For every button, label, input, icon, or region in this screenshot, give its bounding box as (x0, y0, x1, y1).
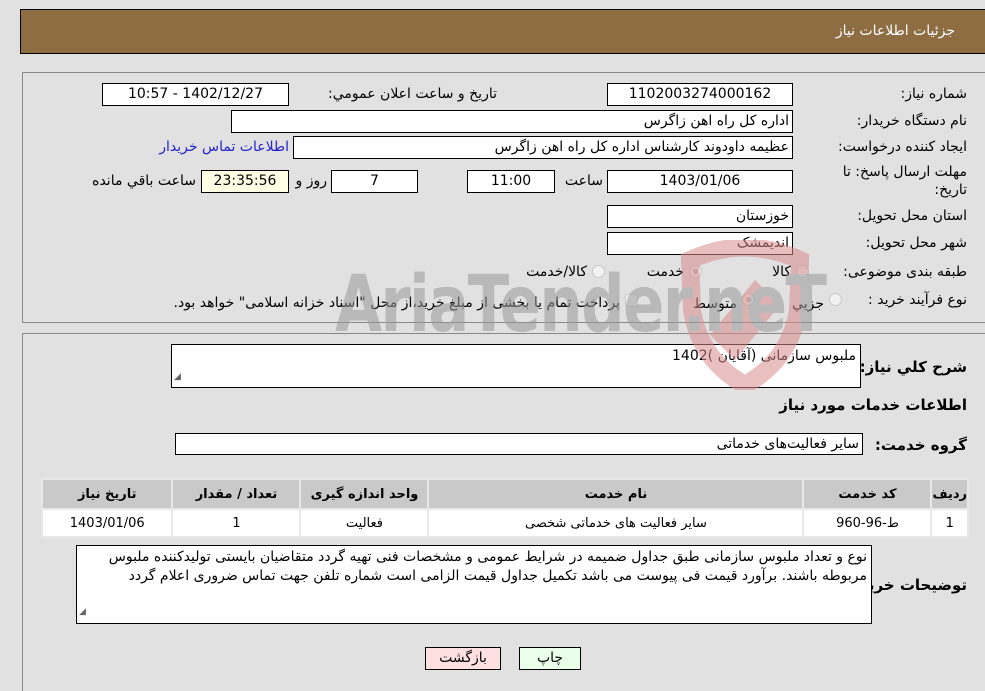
category-radio-goods[interactable] (796, 265, 809, 278)
col-header-row-number: ردیف (930, 478, 969, 510)
treasury-note: پرداخت تمام یا بخشی از مبلغ خرید،از محل … (173, 295, 620, 311)
back-button[interactable]: بازگشت (425, 647, 501, 670)
category-radio-goods-service[interactable] (592, 265, 605, 278)
cell-row-number: 1 (930, 508, 969, 538)
need-number-field[interactable]: 1102003274000162 (607, 83, 793, 106)
col-header-need-date: تاریخ نیاز (40, 478, 174, 510)
process-option-medium: متوسط (693, 296, 737, 312)
category-option-service: خدمت (646, 264, 684, 280)
need-info-panel: شماره نیاز: 1102003274000162 تاریخ و ساع… (22, 72, 985, 323)
buyer-notes-textarea[interactable]: نوع و تعداد ملبوس سازمانی طبق جداول ضمیم… (76, 545, 872, 624)
remaining-days-field: 7 (331, 170, 418, 193)
print-button[interactable]: چاپ (519, 647, 581, 670)
col-header-quantity: تعداد / مقدار (171, 478, 302, 510)
need-number-label: شماره نیاز: (900, 86, 968, 102)
category-option-goods-service: کالا/خدمت (526, 264, 587, 280)
summary-label: شرح كلي نياز: (859, 358, 967, 376)
service-group-label: گروه خدمت: (874, 436, 967, 454)
city-label: شهر محل تحویل: (865, 235, 967, 251)
announce-datetime-field[interactable]: 1402/12/27 - 10:57 (102, 83, 289, 106)
days-label: روز و (295, 173, 328, 189)
services-section-title: اطلاعات خدمات مورد نياز (779, 396, 967, 414)
resize-handle-icon[interactable]: ◢ (174, 368, 181, 386)
page-title: جزئیات اطلاعات نیاز (835, 23, 955, 39)
services-table: ردیف کد خدمت نام خدمت واحد اندازه گیری ت… (40, 478, 969, 538)
col-header-unit: واحد اندازه گیری (299, 478, 430, 510)
announce-datetime-label: تاریخ و ساعت اعلان عمومي: (328, 86, 497, 102)
table-header-row: ردیف کد خدمت نام خدمت واحد اندازه گیری ت… (40, 478, 969, 510)
need-details-panel: شرح كلي نياز: ملبوس سازمانی (آقایان )140… (22, 333, 985, 691)
cell-service-code: ط-96-960 (802, 508, 933, 538)
process-option-minor: جزيي (792, 296, 824, 312)
deadline-time-label: ساعت (564, 173, 603, 189)
province-field[interactable]: خوزستان (607, 205, 793, 228)
resize-handle-icon[interactable]: ◢ (79, 603, 86, 622)
buyer-org-label: نام دستگاه خریدار: (856, 113, 967, 129)
category-radio-service[interactable] (689, 265, 702, 278)
table-row: 1 ط-96-960 سایر فعالیت های خدماتی شخصی ف… (40, 508, 969, 538)
treasury-checkbox[interactable] (625, 294, 638, 307)
process-radio-minor[interactable] (829, 293, 842, 306)
city-field[interactable]: اندیمشک (607, 232, 793, 255)
deadline-label: مهلت ارسال پاسخ: تا تاریخ: (842, 164, 967, 198)
category-option-goods: کالا (772, 264, 791, 280)
col-header-service-code: کد خدمت (802, 478, 933, 510)
deadline-time-field[interactable]: 11:00 (467, 170, 555, 193)
buyer-contact-link[interactable]: اطلاعات تماس خریدار (159, 139, 289, 155)
service-group-field[interactable]: سایر فعالیت‌های خدماتی (175, 433, 863, 455)
cell-unit: فعالیت (299, 508, 430, 538)
province-label: استان محل تحویل: (857, 208, 967, 224)
page-header: جزئیات اطلاعات نیاز (20, 9, 985, 54)
cell-quantity: 1 (171, 508, 302, 538)
cell-need-date: 1403/01/06 (40, 508, 174, 538)
process-type-label: نوع فرآیند خرید : (868, 292, 967, 308)
requester-label: ایجاد کننده درخواست: (838, 139, 967, 155)
category-label: طبقه بندی موضوعی: (843, 264, 967, 280)
remaining-time-label: ساعت باقي مانده (92, 173, 196, 189)
summary-text: ملبوس سازمانی (آقایان )1402 (672, 348, 856, 364)
col-header-service-name: نام خدمت (427, 478, 805, 510)
summary-textarea[interactable]: ملبوس سازمانی (آقایان )1402 ◢ (171, 344, 861, 388)
cell-service-name: سایر فعالیت های خدماتی شخصی (427, 508, 805, 538)
remaining-time-field: 23:35:56 (201, 170, 289, 193)
deadline-date-field[interactable]: 1403/01/06 (607, 170, 793, 193)
process-radio-medium[interactable] (742, 293, 755, 306)
requester-field[interactable]: عظیمه داودوند کارشناس اداره کل راه اهن ز… (293, 136, 793, 159)
buyer-notes-text: نوع و تعداد ملبوس سازمانی طبق جداول ضمیم… (108, 549, 867, 584)
buyer-org-field[interactable]: اداره کل راه اهن زاگرس (231, 110, 793, 133)
